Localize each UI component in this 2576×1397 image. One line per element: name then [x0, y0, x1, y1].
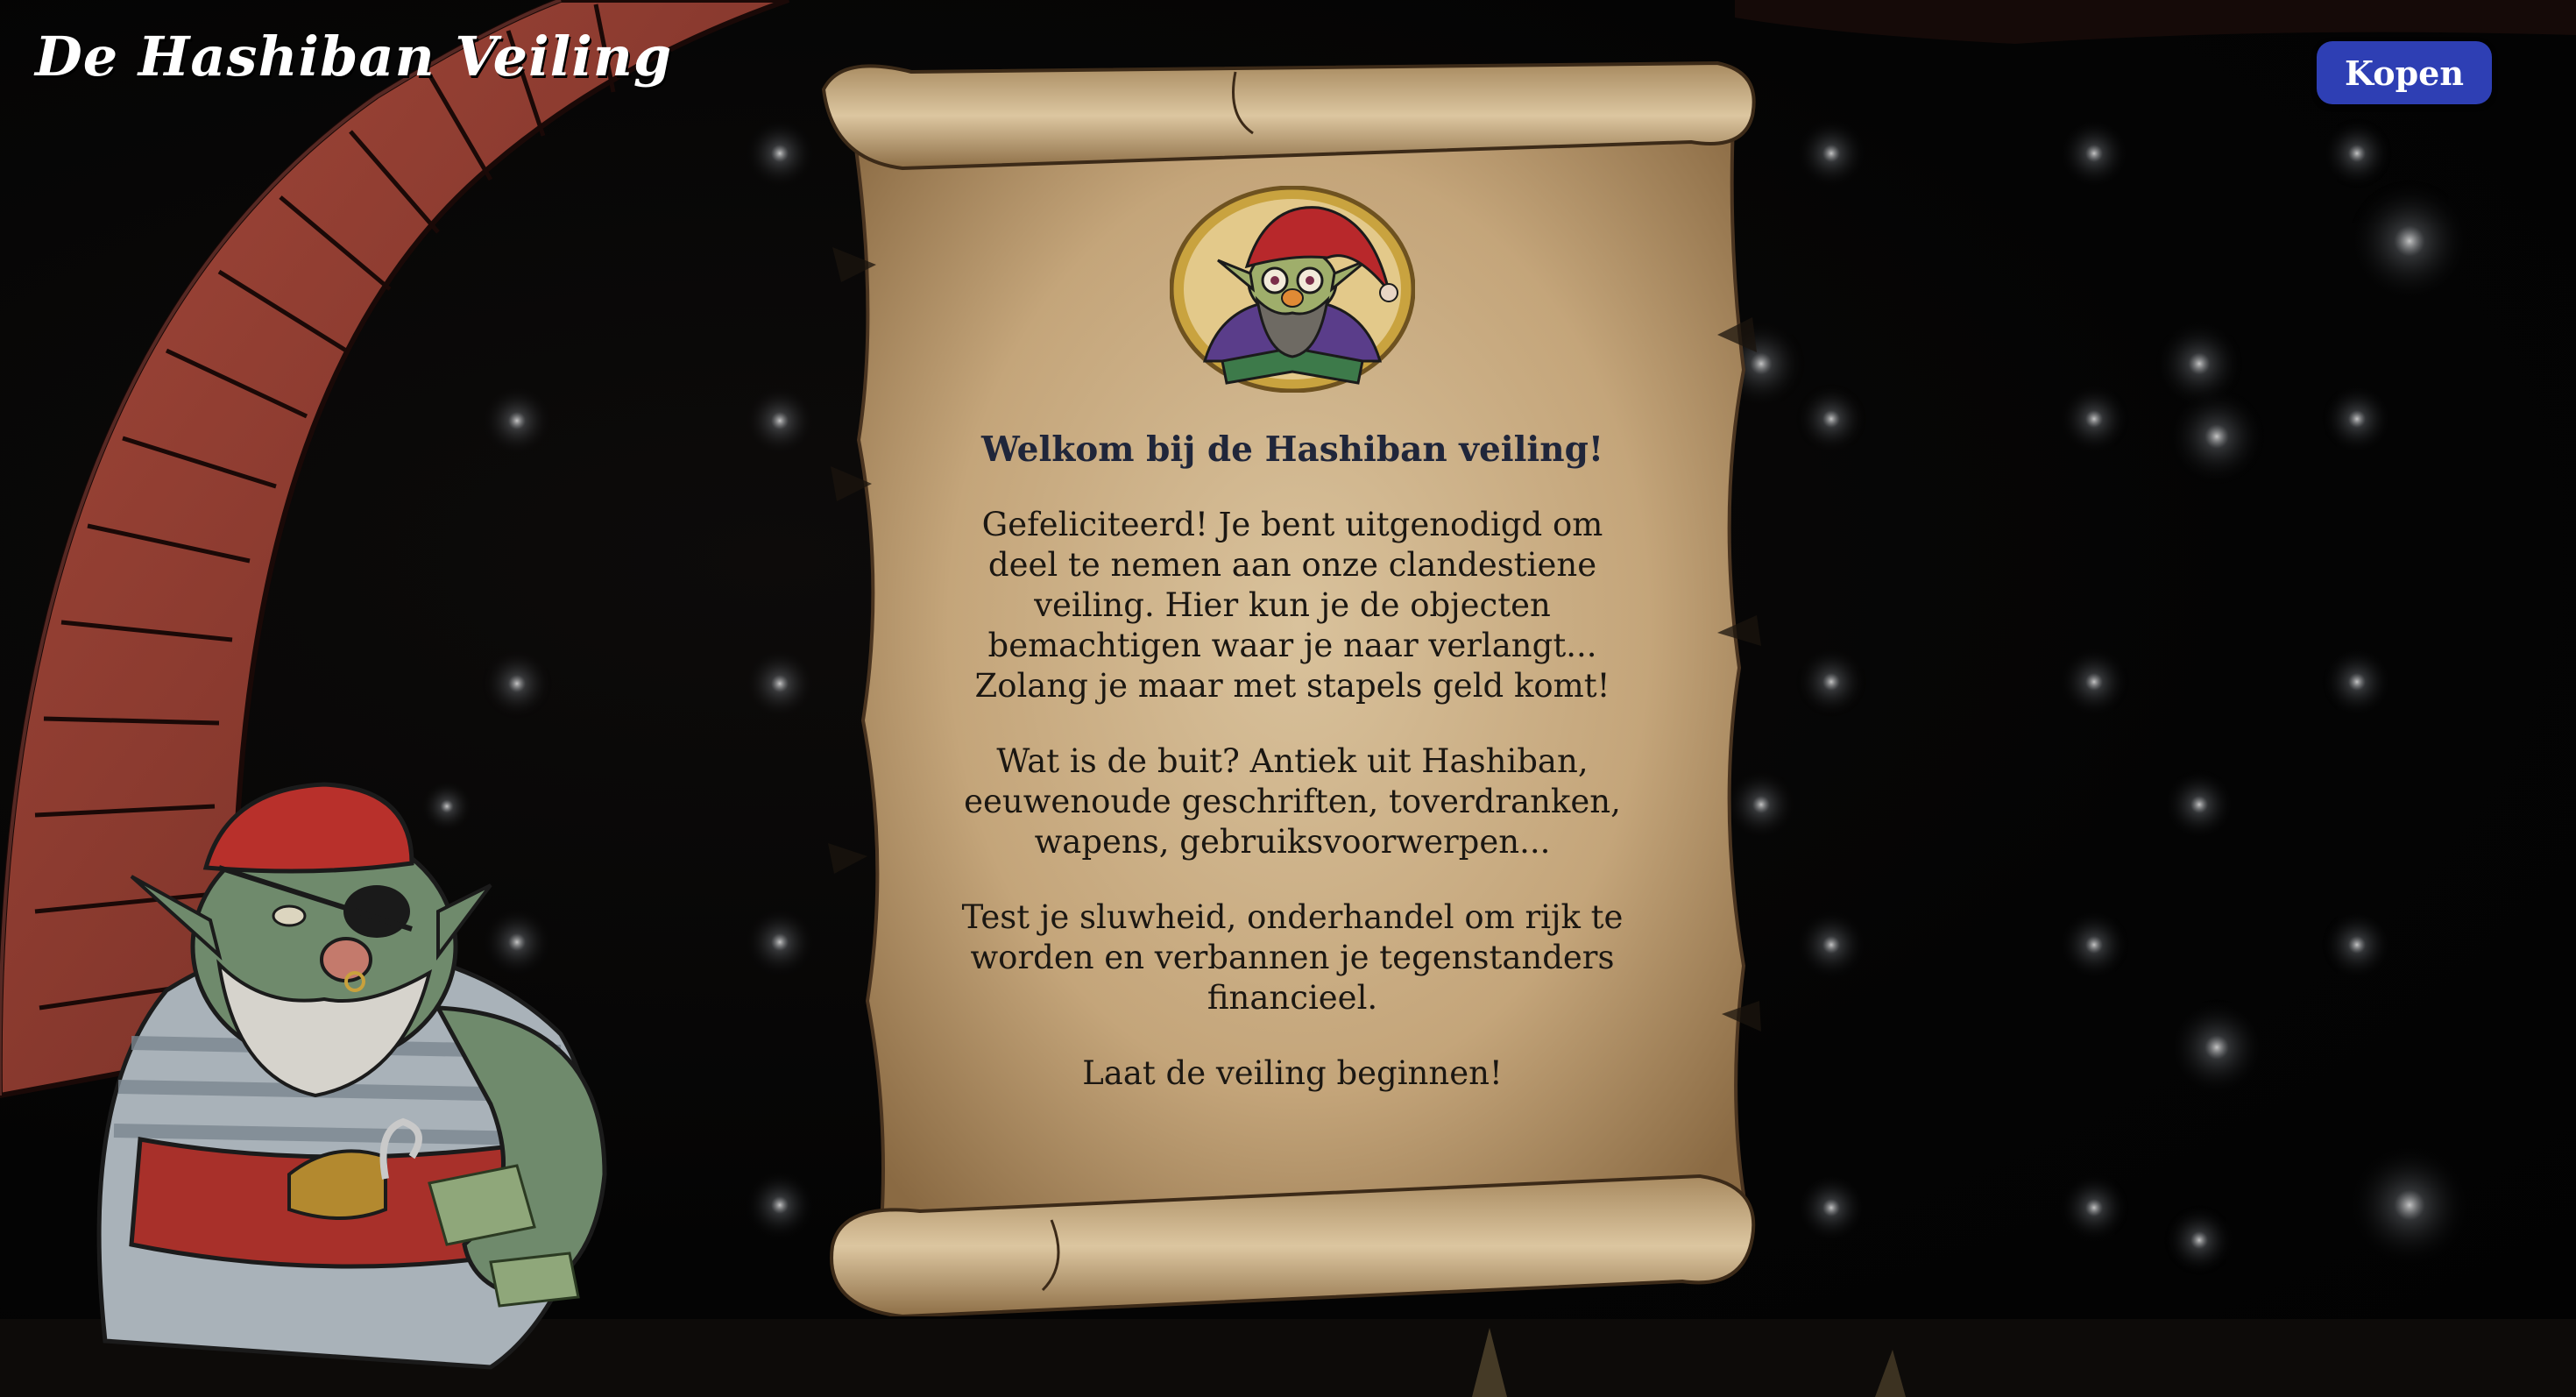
gnome-avatar-icon	[1170, 186, 1415, 393]
buy-button[interactable]: Kopen	[2317, 41, 2492, 104]
closing-paragraph: Laat de veiling beginnen!	[1082, 1054, 1503, 1092]
loot-paragraph: Wat is de buit? Antiek uit Hashiban, eeu…	[964, 742, 1621, 861]
welcome-title: Welkom bij de Hashiban veiling!	[981, 429, 1603, 470]
scroll-content: Welkom bij de Hashiban veiling! Gefelici…	[946, 186, 1638, 1129]
page: De Hashiban Veiling Kopen Welkom bij de …	[0, 0, 2576, 1397]
welcome-scroll: Welkom bij de Hashiban veiling! Gefelici…	[815, 54, 1770, 1316]
challenge-paragraph: Test je sluwheid, onderhandel om rijk te…	[961, 898, 1624, 1017]
site-title: De Hashiban Veiling	[35, 25, 673, 89]
intro-paragraph: Gefeliciteerd! Je bent uitgenodigd om de…	[974, 506, 1610, 705]
